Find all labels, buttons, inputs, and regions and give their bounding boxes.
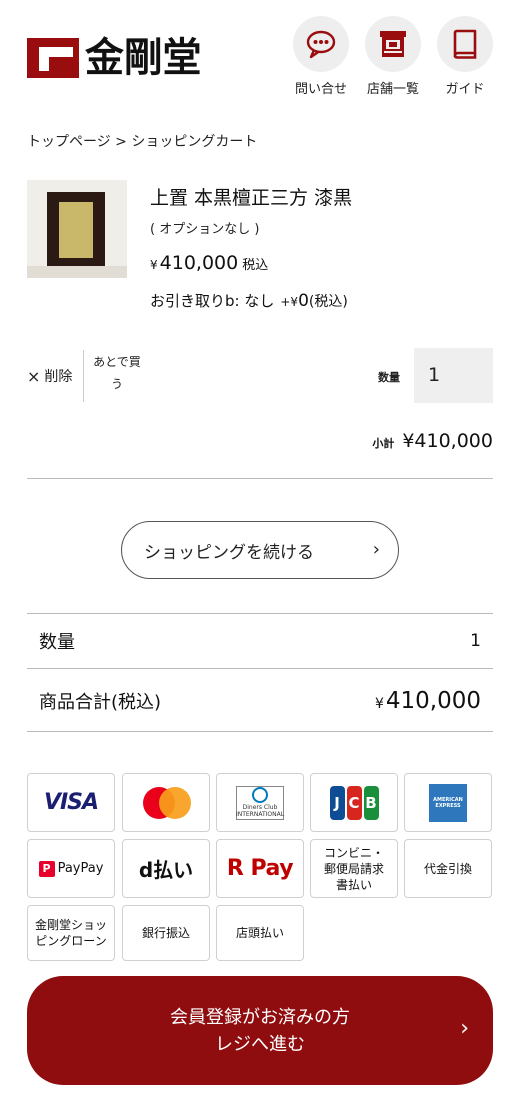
checkout-line2: レジへ進む [215, 1033, 305, 1055]
product-image-floor [27, 266, 127, 278]
jcb-letter-j: J [329, 785, 345, 820]
chevron-right-icon: › [372, 539, 380, 560]
checkout-line1: 会員登録がお済みの方 [170, 1006, 350, 1028]
payment-paypay: P PayPay [27, 839, 115, 898]
payment-convenience-store: コンビニ・郵便局請求書払い [310, 839, 398, 898]
payment-shopping-loan: 金剛堂ショッピングローン [27, 905, 115, 961]
visa-logo: VISA [43, 790, 99, 815]
summary-quantity-row: 数量 1 [27, 614, 493, 668]
convenience-store-label: コンビニ・郵便局請求書払い [323, 845, 384, 892]
chevron-right-icon: › [460, 1016, 469, 1041]
nav-contact-label: 問い合せ [294, 82, 347, 97]
total-amount: 410,000 [385, 688, 481, 714]
divider [27, 731, 493, 732]
diners-label: Diners Club INTERNATIONAL [235, 804, 285, 818]
payment-cash-on-delivery: 代金引換 [404, 839, 492, 898]
pickup-label: お引き取りb: なし [150, 292, 275, 310]
summary-total-row: 商品合計(税込) ¥ 410,000 [27, 674, 493, 728]
nav-guide[interactable]: ガイド [432, 16, 498, 97]
payment-bank-transfer: 銀行振込 [122, 905, 210, 961]
nav-contact[interactable]: 問い合せ [288, 16, 354, 97]
jcb-letter-c: C [346, 785, 362, 820]
pickup-option: お引き取りb: なし +¥ 0 (税込) [150, 290, 348, 311]
proceed-to-checkout-button[interactable]: 会員登録がお済みの方 レジへ進む › [27, 976, 493, 1085]
book-icon [437, 16, 493, 72]
paypay-icon: P [38, 860, 55, 877]
divider [27, 668, 493, 669]
close-icon: × [27, 366, 41, 386]
store-icon [365, 16, 421, 72]
nav-store-label: 店舗一覧 [366, 82, 419, 97]
chat-icon [293, 16, 349, 72]
product-thumbnail[interactable] [27, 180, 127, 278]
dbarai-logo: d払い [138, 858, 194, 882]
buy-later-button[interactable]: あとで買う [92, 351, 142, 395]
payment-diners: Diners Club INTERNATIONAL [216, 773, 304, 832]
shopping-loan-label: 金剛堂ショッピングローン [35, 918, 108, 948]
jcb-letter-b: B [363, 785, 379, 820]
continue-shopping-label: ショッピングを続ける [144, 542, 314, 563]
action-divider [83, 350, 84, 402]
divider [27, 478, 493, 479]
payment-in-store: 店頭払い [216, 905, 304, 961]
quantity-label: 数量 [378, 371, 400, 384]
payment-jcb: J C B [310, 773, 398, 832]
jcb-icon: J C B [329, 785, 380, 820]
diners-club-icon: Diners Club INTERNATIONAL [235, 785, 285, 820]
price-value: 410,000 [159, 252, 239, 274]
payment-visa: VISA [27, 773, 115, 832]
amex-icon: AMERICAN EXPRESS [429, 783, 467, 822]
delete-button[interactable]: × 削除 [27, 366, 72, 386]
payment-amex: AMERICAN EXPRESS [404, 773, 492, 832]
payment-mastercard [122, 773, 210, 832]
logo-mark-icon [27, 38, 79, 78]
pickup-plus: +¥ [280, 295, 299, 309]
delete-label: 削除 [44, 369, 73, 385]
cod-label: 代金引換 [423, 861, 472, 876]
price-tax-label: 税込 [242, 258, 269, 273]
site-logo[interactable]: 金剛堂 [27, 38, 242, 78]
pickup-amount: 0 [298, 291, 309, 311]
payment-dbarai: d払い [122, 839, 210, 898]
summary-quantity-label: 数量 [39, 632, 75, 653]
subtotal-value: ¥410,000 [402, 430, 493, 452]
total-currency: ¥ [374, 696, 384, 712]
pickup-tax: (税込) [308, 294, 348, 310]
nav-guide-label: ガイド [445, 82, 485, 97]
logo-text: 金剛堂 [85, 35, 202, 81]
subtotal-label: 小計 [372, 437, 395, 450]
paypay-label: PayPay [57, 861, 104, 876]
item-subtotal: 小計 ¥410,000 [372, 430, 493, 452]
product-name[interactable]: 上置 本黒檀正三方 漆黒 [150, 183, 352, 210]
nav-store-list[interactable]: 店舗一覧 [360, 16, 426, 97]
price-currency: ¥ [150, 258, 158, 272]
bank-transfer-label: 銀行振込 [141, 926, 190, 940]
product-option: ( オプションなし ) [150, 222, 260, 237]
summary-total-value: ¥ 410,000 [375, 688, 481, 714]
product-image [47, 192, 105, 268]
mastercard-icon [141, 786, 191, 819]
summary-quantity-value: 1 [470, 631, 481, 651]
continue-shopping-button[interactable]: ショッピングを続ける › [121, 521, 399, 579]
payment-rakuten-pay: R Pay [216, 839, 304, 898]
quantity-input[interactable]: 1 [414, 348, 493, 403]
site-header: 金剛堂 問い合せ 店舗一覧 ガイド [0, 0, 520, 110]
rakuten-pay-logo: R Pay [226, 856, 294, 881]
paypay-logo: P PayPay [38, 860, 104, 877]
breadcrumb[interactable]: トップページ > ショッピングカート [27, 131, 257, 151]
summary-total-label: 商品合計(税込) [39, 692, 162, 713]
product-price: ¥ 410,000 税込 [150, 252, 268, 274]
in-store-payment-label: 店頭払い [235, 926, 284, 940]
